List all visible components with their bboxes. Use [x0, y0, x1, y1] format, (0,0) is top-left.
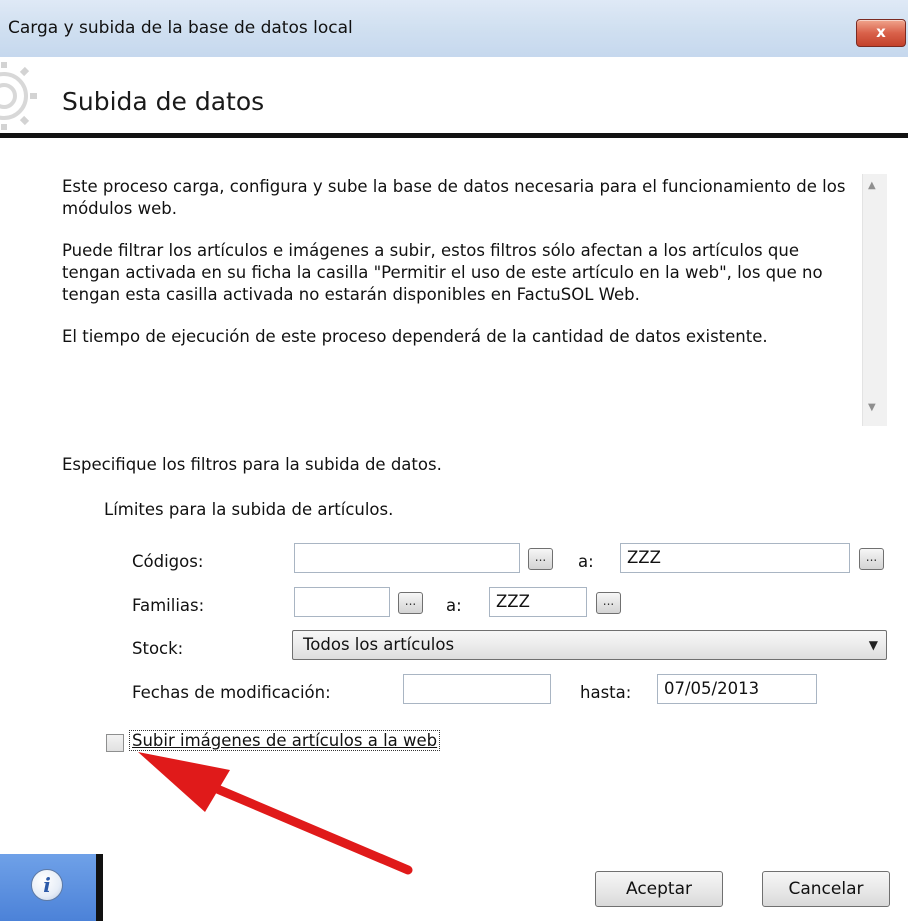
codigos-to-browse-button[interactable]: ...	[859, 548, 884, 570]
description-paragraph: Puede filtrar los artículos e imágenes a…	[62, 241, 823, 304]
stock-selected-value: Todos los artículos	[303, 635, 455, 654]
title-bar[interactable]: Carga y subida de la base de datos local…	[0, 0, 908, 58]
accept-button[interactable]: Aceptar	[595, 871, 723, 907]
codigos-from-browse-button[interactable]: ...	[528, 548, 553, 570]
fechas-hasta-label: hasta:	[580, 683, 632, 702]
familias-label: Familias:	[132, 596, 205, 615]
close-button[interactable]: x	[856, 19, 906, 47]
familias-to-input[interactable]: ZZZ	[489, 587, 587, 617]
fecha-hasta-input[interactable]: 07/05/2013	[657, 674, 817, 704]
description-text: Este proceso carga, configura y sube la …	[62, 176, 852, 368]
codigos-to-input[interactable]: ZZZ	[620, 543, 850, 573]
chevron-down-icon: ▼	[868, 638, 878, 652]
dialog-window: Carga y subida de la base de datos local…	[0, 0, 908, 921]
familias-from-browse-button[interactable]: ...	[398, 592, 423, 614]
codigos-to-label: a:	[578, 552, 594, 571]
fecha-desde-input[interactable]	[403, 674, 551, 704]
description-paragraph: Este proceso carga, configura y sube la …	[62, 177, 846, 218]
upload-images-checkbox[interactable]	[106, 734, 124, 752]
window-title: Carga y subida de la base de datos local	[8, 18, 353, 38]
scroll-up-arrow-icon[interactable]: ▲	[868, 180, 876, 191]
gear-icon	[0, 62, 37, 130]
page-title: Subida de datos	[62, 87, 265, 116]
fechas-label: Fechas de modificación:	[132, 683, 331, 702]
familias-to-label: a:	[446, 596, 462, 615]
familias-from-input[interactable]	[294, 587, 390, 617]
close-icon: x	[876, 23, 886, 41]
description-paragraph: El tiempo de ejecución de este proceso d…	[62, 327, 768, 346]
stock-dropdown[interactable]: Todos los artículos ▼	[292, 630, 887, 660]
upload-images-label[interactable]: Subir imágenes de artículos a la web	[128, 730, 441, 751]
codigos-from-input[interactable]	[294, 543, 520, 573]
description-scrollbar[interactable]: ▲ ▼	[862, 174, 887, 426]
codigos-label: Códigos:	[132, 552, 204, 571]
cancel-button[interactable]: Cancelar	[762, 871, 890, 907]
familias-to-browse-button[interactable]: ...	[596, 592, 621, 614]
info-icon[interactable]: i	[31, 869, 63, 901]
filters-section-title: Especifique los filtros para la subida d…	[62, 455, 442, 474]
scroll-down-arrow-icon[interactable]: ▼	[868, 402, 876, 413]
header-divider	[0, 133, 908, 138]
stock-label: Stock:	[132, 639, 184, 658]
limits-title: Límites para la subida de artículos.	[104, 500, 394, 519]
